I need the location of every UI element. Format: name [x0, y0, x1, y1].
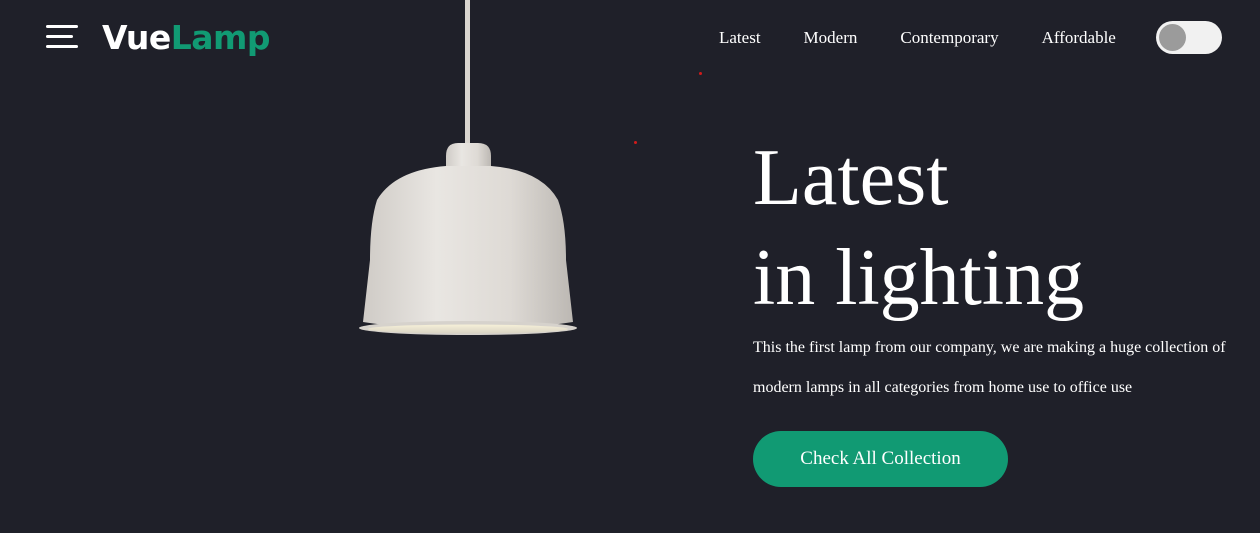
- theme-toggle[interactable]: [1156, 21, 1222, 54]
- hero-title-line-1: Latest: [753, 134, 949, 222]
- logo-part-lamp: Lamp: [170, 18, 271, 57]
- check-all-collection-button[interactable]: Check All Collection: [753, 431, 1008, 487]
- main-nav: Latest Modern Contemporary Affordable: [719, 27, 1116, 49]
- toggle-knob: [1159, 24, 1186, 51]
- hamburger-menu-icon[interactable]: [46, 25, 80, 49]
- hero-title-line-2: in lighting: [753, 234, 1085, 322]
- hero-description-line-1: This the first lamp from our company, we…: [753, 339, 1226, 356]
- nav-link-affordable[interactable]: Affordable: [1042, 27, 1116, 49]
- decorative-dot: [699, 72, 702, 75]
- hero-description-line-2: modern lamps in all categories from home…: [753, 379, 1133, 396]
- nav-link-contemporary[interactable]: Contemporary: [900, 27, 998, 49]
- hero-description: This the first lamp from our company, we…: [753, 328, 1253, 408]
- nav-link-latest[interactable]: Latest: [719, 27, 761, 49]
- decorative-dot: [634, 141, 637, 144]
- pendant-lamp-image: [359, 0, 577, 335]
- hero-title: Latest in lighting: [753, 128, 1253, 328]
- nav-link-modern[interactable]: Modern: [804, 27, 858, 49]
- logo-part-vue: Vue: [102, 18, 171, 57]
- logo[interactable]: VueLamp: [102, 16, 271, 60]
